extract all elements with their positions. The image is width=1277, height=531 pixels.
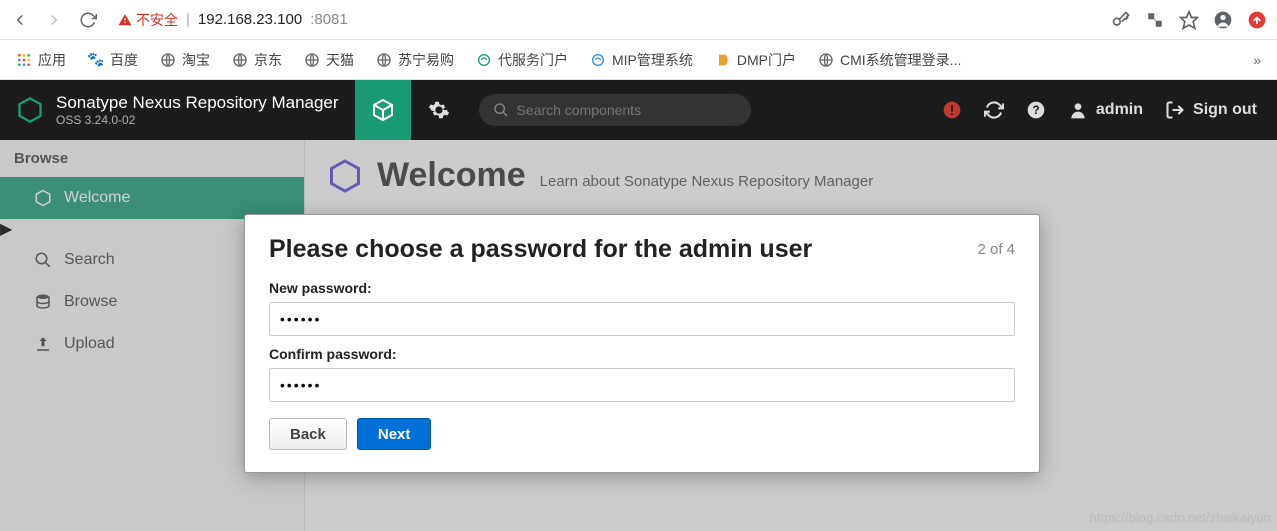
globe-icon (232, 52, 248, 68)
key-icon[interactable] (1111, 10, 1131, 30)
bookmark-bar: 应用 🐾百度 淘宝 京东 天猫 苏宁易购 代服务门户 MIP管理系统 DMP门户… (0, 40, 1277, 80)
nexus-logo-icon (16, 96, 44, 124)
browser-right-icons (1111, 10, 1267, 30)
signout-button[interactable]: Sign out (1165, 100, 1257, 120)
globe-icon (160, 52, 176, 68)
nexus-header-mid (355, 80, 751, 140)
nexus-version: OSS 3.24.0-02 (56, 113, 339, 127)
star-icon[interactable] (1179, 10, 1199, 30)
nexus-header: Sonatype Nexus Repository Manager OSS 3.… (0, 80, 1277, 140)
browse-mode-button[interactable] (355, 80, 411, 140)
address-field[interactable]: 不安全 | 192.168.23.100 :8081 (112, 10, 1097, 30)
signout-icon (1165, 100, 1185, 120)
search-input[interactable] (517, 102, 737, 118)
dmp-icon (715, 52, 731, 68)
nexus-app: Sonatype Nexus Repository Manager OSS 3.… (0, 80, 1277, 531)
overflow-icon[interactable]: » (1253, 52, 1261, 68)
bookmark-item[interactable]: 淘宝 (160, 50, 210, 70)
insecure-label: 不安全 (136, 10, 178, 30)
bookmark-item[interactable]: MIP管理系统 (590, 50, 693, 70)
setup-wizard-modal: Please choose a password for the admin u… (244, 214, 1040, 473)
search-box[interactable] (479, 94, 751, 126)
apps-button[interactable]: 应用 (16, 50, 66, 70)
new-password-input[interactable] (269, 302, 1015, 336)
translate-icon[interactable] (1145, 10, 1165, 30)
user-icon (1068, 100, 1088, 120)
refresh-icon[interactable] (984, 100, 1004, 120)
separator: | (186, 11, 190, 28)
swirl-icon (590, 52, 606, 68)
cube-icon (371, 98, 395, 122)
paw-icon: 🐾 (88, 52, 104, 68)
nexus-logo-area: Sonatype Nexus Repository Manager OSS 3.… (0, 80, 355, 140)
bookmark-item[interactable]: 京东 (232, 50, 282, 70)
nexus-title: Sonatype Nexus Repository Manager (56, 93, 339, 113)
globe-icon (304, 52, 320, 68)
signout-label: Sign out (1193, 101, 1257, 119)
user-menu[interactable]: admin (1068, 100, 1143, 120)
new-password-label: New password: (269, 280, 1015, 296)
back-button[interactable]: Back (269, 418, 347, 450)
profile-icon[interactable] (1213, 10, 1233, 30)
globe-icon (376, 52, 392, 68)
search-icon (493, 102, 509, 118)
insecure-warning: 不安全 (118, 10, 178, 30)
bookmark-item[interactable]: 代服务门户 (476, 50, 568, 70)
bookmark-item[interactable]: DMP门户 (715, 50, 796, 70)
watermark: https://blog.csdn.net/zhaikaiyun (1090, 510, 1271, 525)
browser-address-bar: 不安全 | 192.168.23.100 :8081 (0, 0, 1277, 40)
admin-mode-button[interactable] (411, 99, 467, 121)
bookmark-item[interactable]: CMI系统管理登录... (818, 50, 961, 70)
help-icon[interactable]: ? (1026, 100, 1046, 120)
apps-icon (16, 52, 32, 68)
url-host: 192.168.23.100 (198, 11, 302, 28)
reload-icon[interactable] (78, 10, 98, 30)
apps-label: 应用 (38, 50, 66, 70)
user-name: admin (1096, 101, 1143, 119)
confirm-password-label: Confirm password: (269, 346, 1015, 362)
modal-step-indicator: 2 of 4 (977, 241, 1015, 258)
bookmark-item[interactable]: 苏宁易购 (376, 50, 454, 70)
nexus-header-right: ? admin Sign out (922, 80, 1277, 140)
modal-title: Please choose a password for the admin u… (269, 235, 812, 264)
globe-icon (818, 52, 834, 68)
confirm-password-input[interactable] (269, 368, 1015, 402)
nexus-body: Browse Welcome ▶ Search Browse Upload (0, 140, 1277, 531)
bookmark-item[interactable]: 🐾百度 (88, 50, 138, 70)
next-button[interactable]: Next (357, 418, 432, 450)
extension-icon[interactable] (1247, 10, 1267, 30)
url-port: :8081 (310, 11, 348, 28)
svg-text:?: ? (1032, 104, 1039, 117)
bookmark-item[interactable]: 天猫 (304, 50, 354, 70)
back-icon[interactable] (10, 10, 30, 30)
forward-icon[interactable] (44, 10, 64, 30)
swirl-icon (476, 52, 492, 68)
gear-icon (428, 99, 450, 121)
alert-icon[interactable] (942, 100, 962, 120)
